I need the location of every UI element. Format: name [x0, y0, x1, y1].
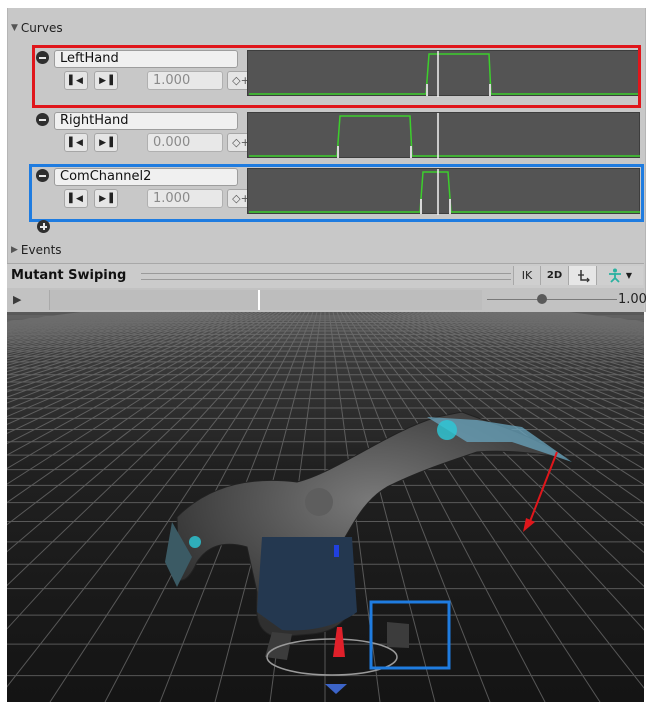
curve-row-righthand: RightHand ▌◀ ▶▐ 0.000 ◇+ — [36, 109, 644, 161]
toolbar-drag-handle[interactable] — [141, 273, 511, 280]
preview-timeline[interactable] — [49, 290, 482, 310]
ik-toggle-button[interactable]: IK — [513, 266, 540, 285]
viewport-scene — [7, 312, 644, 702]
avatar-figure-icon — [608, 268, 621, 283]
triangle-down-icon: ▼ — [11, 23, 18, 33]
chevron-down-icon: ▼ — [625, 271, 633, 280]
highlight-box-blue — [29, 164, 644, 222]
curve-name-field[interactable]: RightHand — [54, 112, 238, 130]
highlight-box-red — [32, 45, 641, 108]
curves-foldout[interactable]: ▼ Curves — [11, 20, 63, 36]
play-icon[interactable]: ▶ — [13, 293, 21, 306]
preview-title: Mutant Swiping — [11, 268, 127, 283]
prev-key-button[interactable]: ▌◀ — [64, 133, 88, 152]
prev-key-icon: ▌◀ — [69, 137, 83, 148]
speed-value: 1.00 — [618, 292, 647, 307]
curves-label: Curves — [20, 21, 63, 35]
preview-play-row: ▶ 1.00 — [7, 288, 647, 312]
preview-viewport[interactable] — [7, 312, 644, 702]
2d-toggle-button[interactable]: 2D — [540, 266, 568, 285]
curve-line — [249, 115, 640, 157]
preview-toolbar: Mutant Swiping IK 2D ▼ — [7, 263, 644, 289]
next-key-button[interactable]: ▶▐ — [94, 133, 118, 152]
events-foldout[interactable]: ▶ Events — [11, 243, 62, 257]
triangle-right-icon: ▶ — [11, 245, 18, 255]
next-key-icon: ▶▐ — [99, 137, 113, 148]
curve-graph-righthand[interactable] — [247, 112, 640, 159]
curve-value-field[interactable]: 0.000 — [147, 133, 223, 152]
add-curve-icon[interactable] — [37, 220, 50, 233]
remove-curve-icon[interactable] — [36, 113, 49, 126]
speed-slider-knob[interactable] — [536, 294, 547, 304]
timeline-playhead[interactable] — [258, 290, 260, 310]
speed-slider-track[interactable] — [487, 299, 617, 300]
pivot-toggle-button[interactable] — [568, 266, 596, 285]
pivot-icon — [577, 269, 590, 282]
events-label: Events — [20, 243, 62, 257]
avatar-dropdown-button[interactable]: ▼ — [596, 266, 643, 285]
